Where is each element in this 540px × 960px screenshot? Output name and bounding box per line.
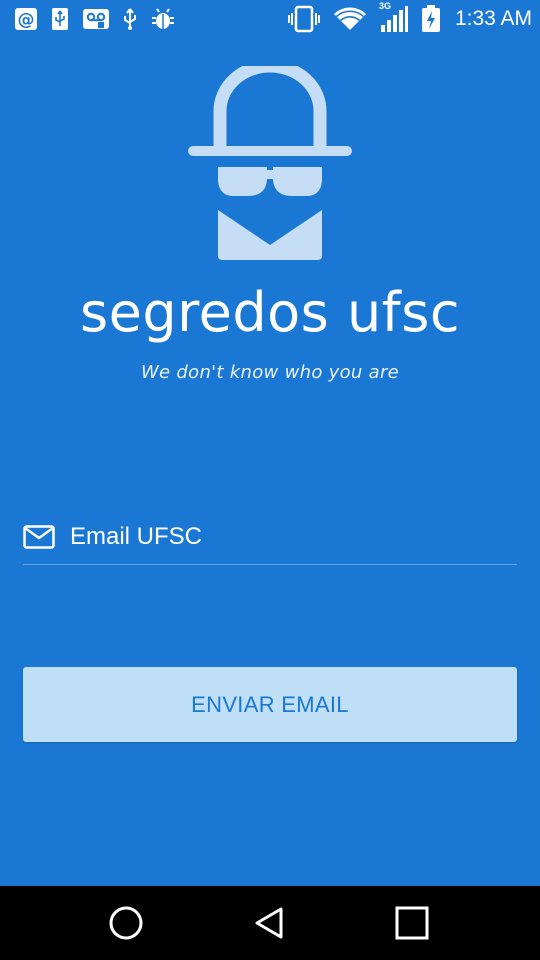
recents-icon (395, 906, 429, 940)
notification-icons: @ (14, 7, 176, 31)
battery-charging-icon (421, 5, 441, 33)
mail-icon (23, 524, 55, 549)
svg-text:@: @ (18, 10, 35, 30)
usb-icon (122, 7, 138, 31)
incognito-logo (188, 66, 352, 260)
navigation-bar (0, 886, 540, 960)
at-sign-icon: @ (14, 7, 38, 31)
home-icon (109, 906, 143, 940)
debug-bug-icon (150, 7, 176, 31)
envelope-body-icon (218, 210, 322, 260)
send-email-button[interactable]: ENVIAR EMAIL (23, 667, 517, 742)
back-button[interactable] (230, 886, 310, 960)
vibrate-icon (287, 5, 321, 33)
back-icon (255, 907, 283, 939)
signal-icon: 3G (379, 1, 409, 33)
usb-icon (50, 7, 70, 31)
app-tagline: We don't know who you are (140, 362, 400, 383)
status-time: 1:33 AM (454, 7, 532, 30)
home-button[interactable] (86, 886, 166, 960)
recents-button[interactable] (372, 886, 452, 960)
app-title: segredos ufsc (79, 281, 461, 344)
status-bar: @ 3G 1:33 AM (0, 0, 540, 38)
email-input[interactable] (70, 522, 517, 551)
hat-icon (188, 66, 352, 156)
wifi-icon (333, 6, 367, 32)
voicemail-icon (82, 7, 110, 31)
email-field[interactable] (23, 515, 517, 565)
system-icons: 3G 1:33 AM (287, 1, 532, 33)
sunglasses-icon (218, 167, 322, 196)
network-type-label: 3G (378, 1, 391, 11)
